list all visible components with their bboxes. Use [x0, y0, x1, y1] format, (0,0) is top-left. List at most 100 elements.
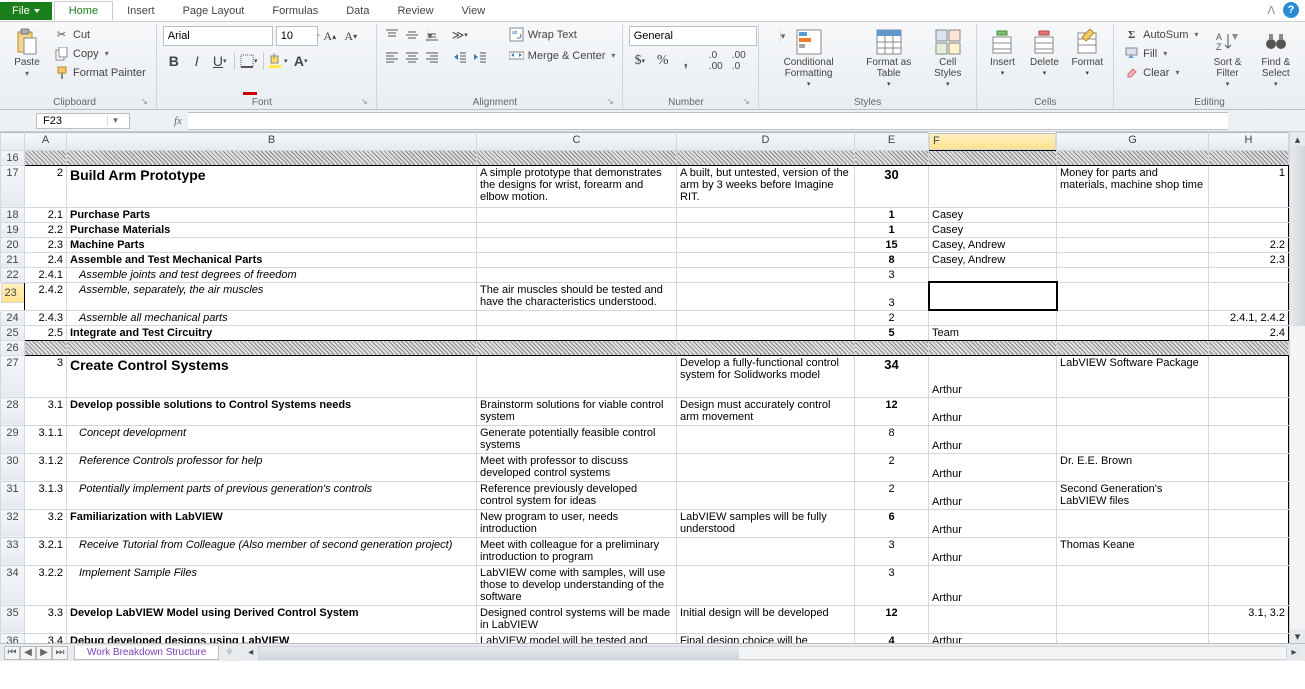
row-19[interactable]: 192.2Purchase Materials1Casey: [1, 222, 1289, 237]
new-sheet-button[interactable]: ✧: [225, 647, 233, 658]
scroll-left-arrow[interactable]: ◂: [244, 647, 258, 659]
merge-center-button[interactable]: Merge & Center▾: [505, 47, 620, 64]
grow-font-button[interactable]: A▴: [321, 27, 339, 45]
row-28[interactable]: 283.1Develop possible solutions to Contr…: [1, 397, 1289, 425]
sheet-nav-last[interactable]: ⏭: [52, 646, 68, 660]
paste-button[interactable]: Paste▾: [8, 26, 46, 80]
cut-button[interactable]: ✂Cut: [50, 26, 150, 43]
underline-button[interactable]: U▾: [209, 50, 231, 72]
row-18[interactable]: 182.1Purchase Parts1Casey: [1, 207, 1289, 222]
find-select-button[interactable]: Find & Select▾: [1253, 26, 1299, 90]
sheet-nav-next[interactable]: ▶: [36, 646, 52, 660]
font-size-select[interactable]: ▾: [276, 26, 318, 46]
number-format-select[interactable]: ▾: [629, 26, 757, 46]
align-middle-button[interactable]: [403, 26, 421, 44]
row-35[interactable]: 353.3Develop LabVIEW Model using Derived…: [1, 605, 1289, 633]
shrink-font-button[interactable]: A▾: [342, 27, 360, 45]
decrease-decimal-button[interactable]: .00.0: [728, 50, 750, 72]
format-as-table-button[interactable]: Format as Table▾: [856, 26, 921, 90]
italic-button[interactable]: I: [186, 50, 208, 72]
row-29[interactable]: 293.1.1Concept developmentGenerate poten…: [1, 425, 1289, 453]
sheet-nav-prev[interactable]: ◀: [20, 646, 36, 660]
conditional-formatting-button[interactable]: Conditional Formatting▾: [765, 26, 853, 90]
insert-cells-button[interactable]: Insert▾: [983, 26, 1021, 79]
col-header-h[interactable]: H: [1209, 133, 1289, 151]
scroll-right-arrow[interactable]: ▸: [1287, 647, 1301, 659]
row-23[interactable]: 232.4.2Assemble, separately, the air mus…: [1, 282, 1289, 310]
scroll-down-arrow[interactable]: ▾: [1290, 629, 1305, 643]
tab-data[interactable]: Data: [332, 2, 383, 20]
delete-cells-button[interactable]: Delete▾: [1025, 26, 1063, 79]
minimize-ribbon-icon[interactable]: ᐱ: [1267, 4, 1275, 17]
tab-file[interactable]: File: [0, 2, 52, 20]
tab-home[interactable]: Home: [54, 1, 113, 21]
help-icon[interactable]: ?: [1283, 2, 1299, 18]
sort-filter-button[interactable]: AZSort & Filter▾: [1206, 26, 1248, 90]
worksheet-grid[interactable]: A B C D E F G H 16 172Build Arm Prototyp…: [0, 132, 1305, 661]
col-header-b[interactable]: B: [67, 133, 477, 151]
row-33[interactable]: 333.2.1Receive Tutorial from Colleague (…: [1, 537, 1289, 565]
clear-button[interactable]: Clear▾: [1120, 64, 1202, 81]
row-24[interactable]: 242.4.3Assemble all mechanical parts22.4…: [1, 310, 1289, 325]
fx-icon[interactable]: fx: [174, 115, 182, 127]
sheet-tab-active[interactable]: Work Breakdown Structure: [74, 646, 219, 660]
font-name-select[interactable]: ▾: [163, 26, 273, 46]
align-left-button[interactable]: [383, 48, 401, 66]
row-31[interactable]: 313.1.3Potentially implement parts of pr…: [1, 481, 1289, 509]
row-20[interactable]: 202.3Machine Parts15Casey, Andrew2.2: [1, 237, 1289, 252]
percent-button[interactable]: %: [652, 50, 674, 72]
format-painter-button[interactable]: Format Painter: [50, 64, 150, 81]
increase-decimal-button[interactable]: .0.00: [705, 50, 727, 72]
tab-review[interactable]: Review: [383, 2, 447, 20]
active-cell[interactable]: [929, 282, 1057, 310]
fill-color-button[interactable]: ▾: [267, 50, 289, 72]
horizontal-scrollbar[interactable]: ◂ ▸: [258, 646, 1287, 660]
fill-button[interactable]: Fill▾: [1120, 45, 1202, 62]
align-bottom-button[interactable]: [423, 26, 441, 44]
copy-button[interactable]: Copy▾: [50, 45, 150, 62]
tab-insert[interactable]: Insert: [113, 2, 169, 20]
scroll-up-arrow[interactable]: ▴: [1290, 132, 1305, 146]
copy-icon: [54, 46, 69, 61]
vertical-scrollbar[interactable]: ▴ ▾: [1289, 132, 1305, 643]
tab-page-layout[interactable]: Page Layout: [169, 2, 259, 20]
align-right-button[interactable]: [423, 48, 441, 66]
col-header-d[interactable]: D: [677, 133, 855, 151]
col-header-f[interactable]: F: [929, 133, 1056, 150]
col-header-c[interactable]: C: [477, 133, 677, 151]
col-header-e[interactable]: E: [855, 133, 929, 151]
formula-bar[interactable]: [188, 112, 1228, 130]
row-17[interactable]: 172Build Arm PrototypeA simple prototype…: [1, 165, 1289, 207]
tab-view[interactable]: View: [448, 2, 500, 20]
autosum-button[interactable]: ΣAutoSum▾: [1120, 26, 1202, 43]
row-27[interactable]: 273Create Control SystemsDevelop a fully…: [1, 355, 1289, 397]
bold-button[interactable]: B: [163, 50, 185, 72]
row-34[interactable]: 343.2.2Implement Sample FilesLabVIEW com…: [1, 565, 1289, 605]
name-box[interactable]: ▾: [36, 113, 130, 129]
decrease-indent-button[interactable]: [451, 48, 469, 66]
orientation-button[interactable]: ≫▾: [451, 26, 469, 44]
row-22[interactable]: 222.4.1Assemble joints and test degrees …: [1, 267, 1289, 282]
increase-indent-button[interactable]: [471, 48, 489, 66]
format-cells-button[interactable]: Format▾: [1067, 26, 1107, 79]
currency-button[interactable]: $▾: [629, 50, 651, 72]
comma-button[interactable]: ,: [675, 50, 697, 72]
row-32[interactable]: 323.2Familiarization with LabVIEWNew pro…: [1, 509, 1289, 537]
tab-formulas[interactable]: Formulas: [258, 2, 332, 20]
border-button[interactable]: ▾: [238, 50, 260, 72]
vscroll-thumb[interactable]: [1290, 146, 1305, 326]
col-header-g[interactable]: G: [1057, 133, 1209, 151]
group-alignment: ≫▾ abWrap Text Merge & Center▾ Alignment: [377, 24, 623, 109]
align-top-button[interactable]: [383, 26, 401, 44]
col-header-a[interactable]: A: [25, 133, 67, 151]
select-all-corner[interactable]: [1, 133, 25, 151]
sheet-nav-first[interactable]: ⏮: [4, 646, 20, 660]
row-25[interactable]: 252.5Integrate and Test Circuitry5Team2.…: [1, 325, 1289, 340]
align-center-button[interactable]: [403, 48, 421, 66]
wrap-text-button[interactable]: abWrap Text: [505, 26, 620, 43]
row-30[interactable]: 303.1.2Reference Controls professor for …: [1, 453, 1289, 481]
hscroll-thumb[interactable]: [259, 647, 739, 659]
row-21[interactable]: 212.4Assemble and Test Mechanical Parts8…: [1, 252, 1289, 267]
cell-styles-button[interactable]: Cell Styles▾: [925, 26, 970, 90]
font-color-button[interactable]: A▾: [290, 50, 312, 72]
